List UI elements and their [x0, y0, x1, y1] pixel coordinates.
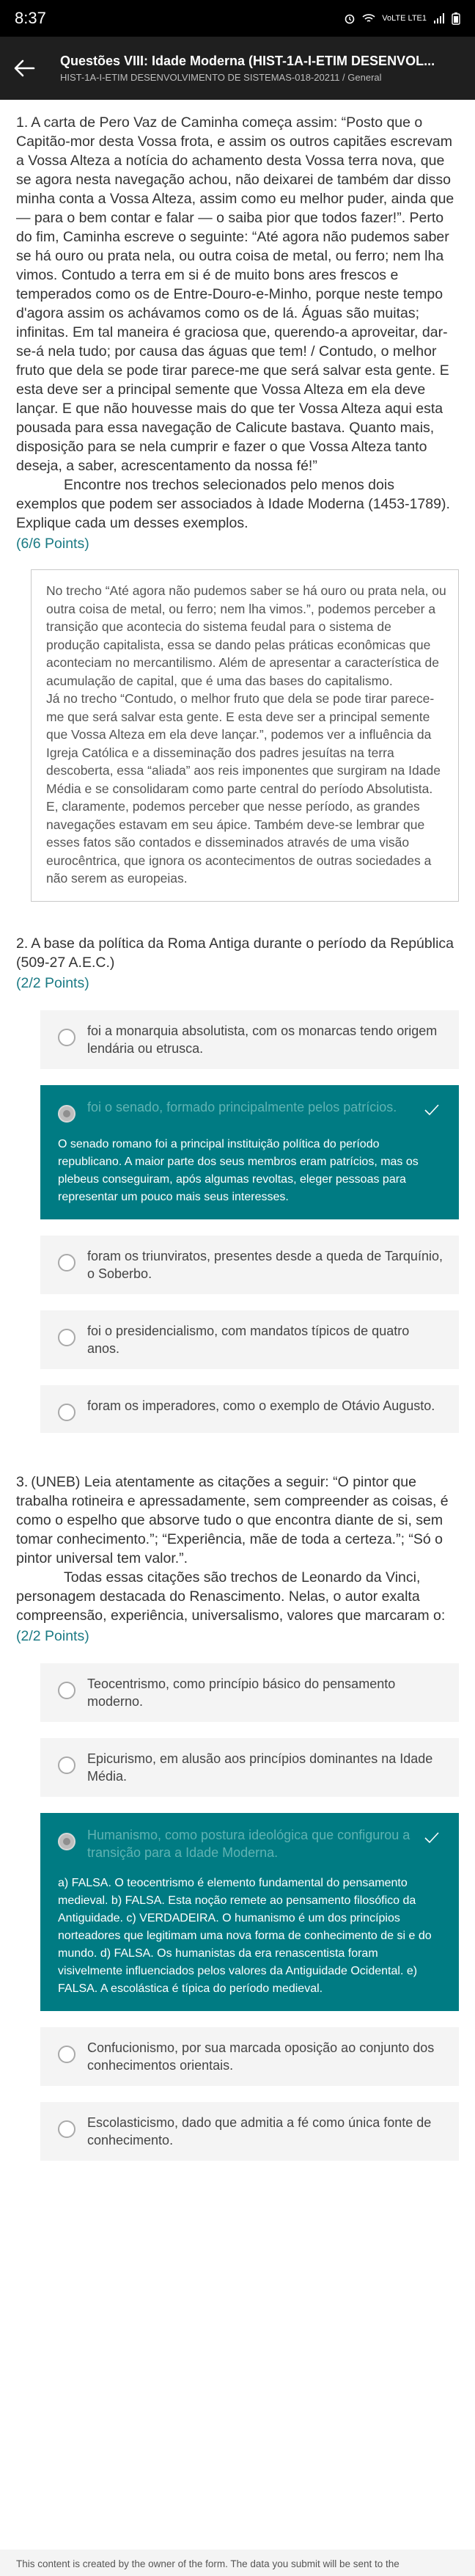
option-choice[interactable]: Epicurismo, em alusão aos princípios dom…: [40, 1737, 459, 1797]
radio-button[interactable]: [58, 2045, 76, 2063]
question-text: 1. A carta de Pero Vaz de Caminha começa …: [16, 113, 459, 533]
option-label: foi o presidencialismo, com mandatos típ…: [87, 1323, 410, 1356]
radio-button[interactable]: [58, 1681, 76, 1699]
status-time: 8:37: [15, 9, 46, 27]
radio-button[interactable]: [58, 1328, 76, 1346]
radio-button-selected[interactable]: [58, 1832, 76, 1850]
option-choice[interactable]: foi o presidencialismo, com mandatos típ…: [40, 1310, 459, 1369]
question-number: 2.: [16, 935, 29, 952]
question-number: 3.: [16, 1473, 29, 1490]
question-3: 3. (UNEB) Leia atentamente as citações a …: [16, 1473, 459, 2161]
option-choice[interactable]: foram os imperadores, como o exemplo de …: [40, 1384, 459, 1433]
alarm-icon: [345, 14, 355, 24]
option-choice[interactable]: Confucionismo, por sua marcada oposição …: [40, 2026, 459, 2086]
form-footer: This content is created by the owner of …: [0, 2550, 475, 2576]
question-text: 3. (UNEB) Leia atentamente as citações a …: [16, 1473, 459, 1625]
volte-lte-icon: VoLTE LTE1: [382, 14, 427, 23]
option-label: foi a monarquia absolutista, com os mona…: [87, 1023, 438, 1056]
option-choice-selected[interactable]: Humanismo, como postura ideológica que c…: [40, 1812, 459, 2011]
form-content: 1. A carta de Pero Vaz de Caminha começa …: [0, 100, 475, 2161]
back-arrow-icon: [14, 59, 35, 77]
radio-button[interactable]: [58, 1028, 76, 1046]
checkmark-icon: [424, 1831, 439, 1843]
options-list: foi a monarquia absolutista, com os mona…: [16, 1010, 459, 1433]
status-bar: 8:37 VoLTE LTE1: [0, 0, 475, 37]
footer-disclaimer: This content is created by the owner of …: [16, 2558, 399, 2569]
wifi-icon: [362, 14, 375, 22]
option-label: foi o senado, formado principalmente pel…: [87, 1099, 397, 1114]
question-body: A base da política da Roma Antiga durant…: [16, 935, 454, 971]
app-bar: Questões VIII: Idade Moderna (HIST-1A-I-…: [0, 37, 475, 100]
options-list: Teocentrismo, como princípio básico do p…: [16, 1663, 459, 2161]
radio-button[interactable]: [58, 2120, 76, 2138]
option-choice[interactable]: Escolasticismo, dado que admitia a fé co…: [40, 2101, 459, 2161]
question-text: 2. A base da política da Roma Antiga dura…: [16, 934, 459, 972]
question-number: 1.: [16, 114, 29, 131]
option-label: Epicurismo, em alusão aos princípios dom…: [87, 1751, 433, 1784]
option-feedback: O senado romano foi a principal institui…: [58, 1137, 419, 1203]
question-2: 2. A base da política da Roma Antiga dura…: [16, 934, 459, 1433]
option-choice[interactable]: foi a monarquia absolutista, com os mona…: [40, 1010, 459, 1069]
question-1: 1. A carta de Pero Vaz de Caminha começa …: [16, 113, 459, 902]
answer-textbox[interactable]: No trecho “Até agora não pudemos saber s…: [31, 569, 459, 902]
option-choice[interactable]: foram os triunviratos, presentes desde a…: [40, 1235, 459, 1294]
question-points: (6/6 Points): [16, 536, 89, 552]
question-points: (2/2 Points): [16, 974, 89, 991]
back-button[interactable]: [13, 50, 50, 87]
question-body: A carta de Pero Vaz de Caminha começa as…: [16, 114, 454, 531]
page-subtitle: HIST-1A-I-ETIM DESENVOLVIMENTO DE SISTEM…: [60, 72, 382, 83]
question-body: (UNEB) Leia atentamente as citações a se…: [16, 1473, 449, 1624]
page-title: Questões VIII: Idade Moderna (HIST-1A-I-…: [60, 54, 435, 68]
option-label: foram os triunviratos, presentes desde a…: [87, 1248, 443, 1281]
option-label: Teocentrismo, como princípio básico do p…: [87, 1676, 396, 1709]
option-label: Confucionismo, por sua marcada oposição …: [87, 2040, 435, 2073]
battery-icon: [452, 12, 460, 25]
signal-icon: [434, 13, 444, 23]
option-label: foram os imperadores, como o exemplo de …: [87, 1398, 435, 1413]
option-label: Escolasticismo, dado que admitia a fé co…: [87, 2115, 432, 2148]
answer-text: No trecho “Até agora não pudemos saber s…: [46, 583, 446, 886]
option-choice[interactable]: Teocentrismo, como princípio básico do p…: [40, 1663, 459, 1722]
option-feedback: a) FALSA. O teocentrismo é elemento fund…: [58, 1876, 432, 1995]
checkmark-icon: [424, 1103, 439, 1115]
option-choice-selected[interactable]: foi o senado, formado principalmente pel…: [40, 1084, 459, 1219]
question-points: (2/2 Points): [16, 1627, 89, 1644]
radio-button[interactable]: [58, 1403, 76, 1421]
radio-button[interactable]: [58, 1253, 76, 1271]
option-label: Humanismo, como postura ideológica que c…: [87, 1827, 410, 1860]
status-icons: VoLTE LTE1: [344, 12, 460, 25]
radio-button-selected[interactable]: [58, 1104, 76, 1123]
radio-button[interactable]: [58, 1756, 76, 1774]
